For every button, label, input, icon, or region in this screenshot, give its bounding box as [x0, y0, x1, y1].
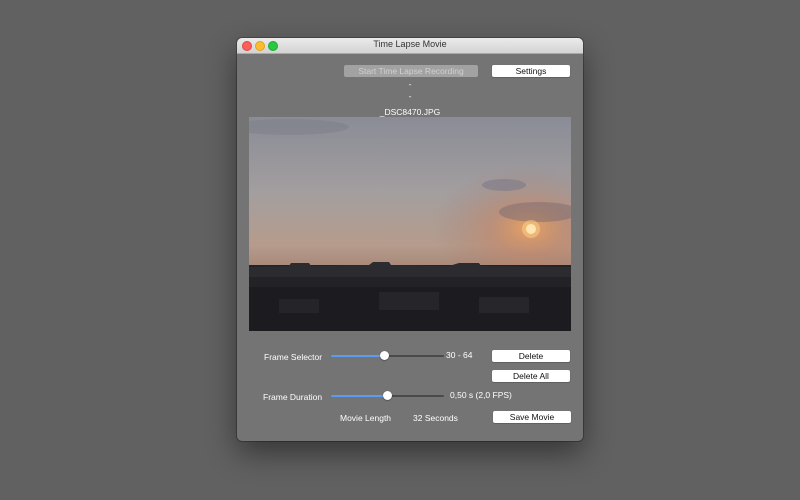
- frame-filename: _DSC8470.JPG: [379, 107, 441, 117]
- title-bar[interactable]: Time Lapse Movie: [237, 38, 583, 54]
- frame-duration-value: 0,50 s (2,0 FPS): [450, 390, 512, 400]
- movie-length-label: Movie Length: [340, 413, 392, 423]
- time-lapse-window: Time Lapse Movie Start Time Lapse Record…: [237, 38, 583, 441]
- start-recording-button: Start Time Lapse Recording: [344, 65, 478, 77]
- settings-button[interactable]: Settings: [492, 65, 570, 77]
- frame-selector-knob[interactable]: [379, 351, 389, 360]
- frame-duration-slider[interactable]: [331, 391, 444, 400]
- status-line-2: -: [408, 91, 412, 101]
- frame-selector-slider[interactable]: [331, 351, 444, 360]
- frame-duration-knob[interactable]: [382, 391, 392, 400]
- frame-range-value: 30 - 64: [446, 350, 473, 360]
- save-movie-button[interactable]: Save Movie: [493, 411, 571, 423]
- delete-all-button[interactable]: Delete All: [492, 370, 570, 382]
- movie-length-value: 32 Seconds: [413, 413, 458, 423]
- frame-preview-image: [249, 117, 571, 331]
- window-title: Time Lapse Movie: [373, 39, 447, 49]
- frame-selector-label: Frame Selector: [264, 352, 323, 362]
- frame-duration-label: Frame Duration: [263, 392, 323, 402]
- frame-duration-fill: [331, 395, 387, 397]
- status-line-1: -: [408, 79, 412, 89]
- sunset-photo: [249, 117, 571, 331]
- delete-button[interactable]: Delete: [492, 350, 570, 362]
- frame-selector-fill: [331, 355, 384, 357]
